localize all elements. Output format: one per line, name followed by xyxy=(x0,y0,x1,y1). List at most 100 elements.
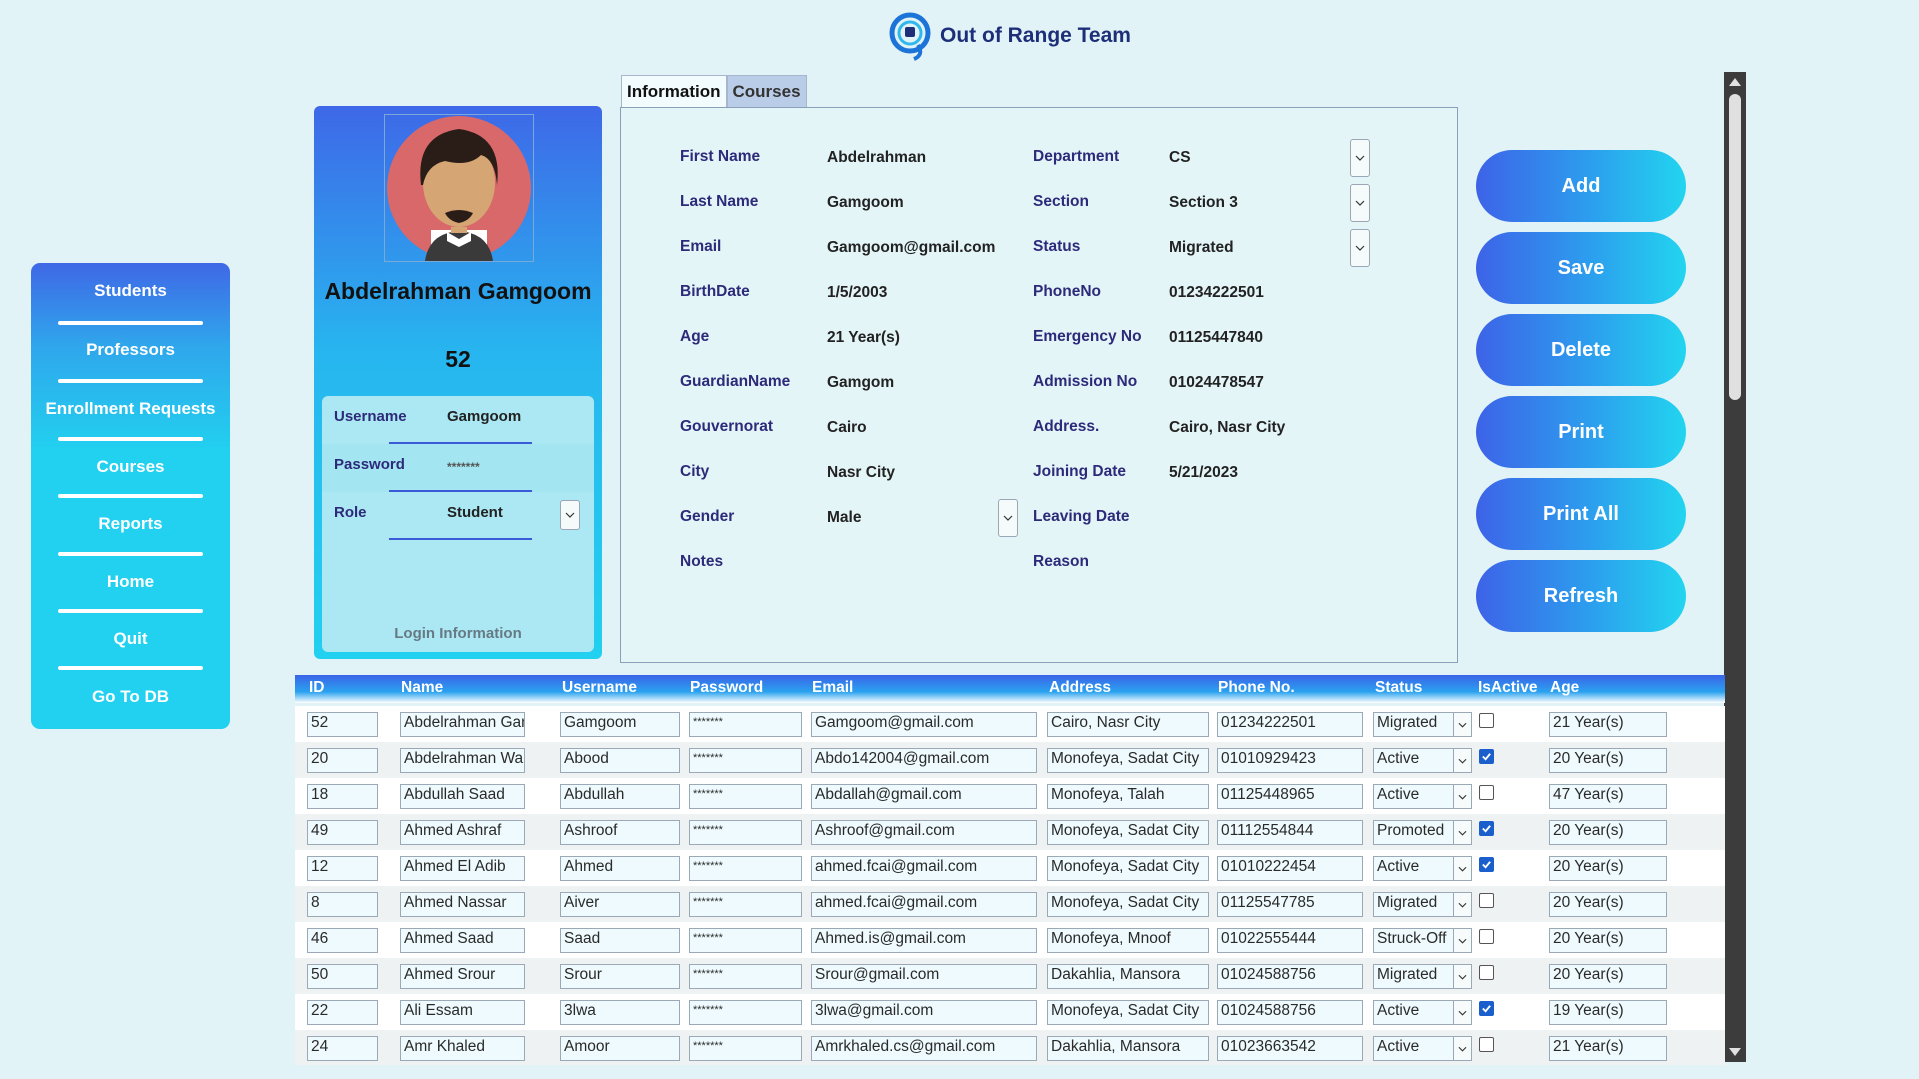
status-select-cell[interactable]: Struck-Off xyxy=(1373,928,1472,953)
email-cell[interactable]: 3lwa@gmail.com xyxy=(811,1000,1037,1025)
id-cell[interactable]: 24 xyxy=(307,1036,378,1061)
email-cell[interactable]: Amrkhaled.cs@gmail.com xyxy=(811,1036,1037,1061)
chevron-down-icon[interactable] xyxy=(1453,713,1471,736)
chevron-down-icon[interactable] xyxy=(1453,821,1471,844)
isactive-checkbox[interactable] xyxy=(1479,965,1494,980)
table-row[interactable]: 12 Ahmed El Adib Ahmed ******* ahmed.fcai@gm… xyxy=(295,850,1725,886)
phone-cell[interactable]: 01234222501 xyxy=(1217,712,1363,737)
status-select-cell[interactable]: Migrated xyxy=(1373,892,1472,917)
column-header-age[interactable]: Age xyxy=(1550,679,1579,697)
id-cell[interactable]: 22 xyxy=(307,1000,378,1025)
phone-cell[interactable]: 01125547785 xyxy=(1217,892,1363,917)
phone-field[interactable]: 01234222501 xyxy=(1169,284,1264,302)
add-button[interactable]: Add xyxy=(1476,150,1686,222)
chevron-down-icon[interactable] xyxy=(1453,1037,1471,1060)
address-cell[interactable]: Dakahlia, Mansora xyxy=(1047,964,1209,989)
age-cell[interactable]: 21 Year(s) xyxy=(1549,712,1667,737)
id-cell[interactable]: 20 xyxy=(307,748,378,773)
isactive-checkbox[interactable] xyxy=(1479,785,1494,800)
status-select[interactable]: Migrated xyxy=(1169,239,1234,257)
phone-cell[interactable]: 01010929423 xyxy=(1217,748,1363,773)
refresh-button[interactable]: Refresh xyxy=(1476,560,1686,632)
sidebar-item-students[interactable]: Students xyxy=(31,281,230,301)
username-cell[interactable]: Abdullah xyxy=(560,784,680,809)
print-button[interactable]: Print xyxy=(1476,396,1686,468)
isactive-checkbox[interactable] xyxy=(1479,1001,1494,1016)
name-cell[interactable]: Ahmed Nassar xyxy=(400,892,525,917)
role-dropdown-button[interactable] xyxy=(560,500,580,530)
age-cell[interactable]: 20 Year(s) xyxy=(1549,820,1667,845)
sidebar-item-reports[interactable]: Reports xyxy=(31,514,230,534)
admission-field[interactable]: 01024478547 xyxy=(1169,374,1264,392)
column-header-email[interactable]: Email xyxy=(812,679,853,697)
password-cell[interactable]: ******* xyxy=(689,964,802,989)
age-cell[interactable]: 20 Year(s) xyxy=(1549,964,1667,989)
status-select-cell[interactable]: Active xyxy=(1373,784,1472,809)
phone-cell[interactable]: 01010222454 xyxy=(1217,856,1363,881)
id-cell[interactable]: 49 xyxy=(307,820,378,845)
email-cell[interactable]: Ahmed.is@gmail.com xyxy=(811,928,1037,953)
id-cell[interactable]: 8 xyxy=(307,892,378,917)
password-cell[interactable]: ******* xyxy=(689,820,802,845)
table-row[interactable]: 20 Abdelrahman Waleed Abood ******* Abdo1420… xyxy=(295,742,1725,778)
table-row[interactable]: 18 Abdullah Saad Abdullah ******* Abdallah@g… xyxy=(295,778,1725,814)
password-cell[interactable]: ******* xyxy=(689,1036,802,1061)
address-cell[interactable]: Monofeya, Sadat City xyxy=(1047,892,1209,917)
department-dropdown-button[interactable] xyxy=(1350,139,1370,177)
password-cell[interactable]: ******* xyxy=(689,928,802,953)
chevron-down-icon[interactable] xyxy=(1453,785,1471,808)
name-cell[interactable]: Ahmed Srour xyxy=(400,964,525,989)
phone-cell[interactable]: 01024588756 xyxy=(1217,964,1363,989)
gender-select[interactable]: Male xyxy=(827,509,861,527)
name-cell[interactable]: Ahmed El Adib xyxy=(400,856,525,881)
age-cell[interactable]: 47 Year(s) xyxy=(1549,784,1667,809)
phone-cell[interactable]: 01022555444 xyxy=(1217,928,1363,953)
chevron-down-icon[interactable] xyxy=(1453,965,1471,988)
table-row[interactable]: 8 Ahmed Nassar Aiver ******* ahmed.fcai@gmai… xyxy=(295,886,1725,922)
table-row[interactable]: 22 Ali Essam 3lwa ******* 3lwa@gmail.com Mono… xyxy=(295,994,1725,1030)
address-cell[interactable]: Monofeya, Sadat City xyxy=(1047,856,1209,881)
department-select[interactable]: CS xyxy=(1169,149,1191,167)
name-cell[interactable]: Amr Khaled xyxy=(400,1036,525,1061)
status-select-cell[interactable]: Active xyxy=(1373,748,1472,773)
name-cell[interactable]: Abdullah Saad xyxy=(400,784,525,809)
phone-cell[interactable]: 01024588756 xyxy=(1217,1000,1363,1025)
print-all-button[interactable]: Print All xyxy=(1476,478,1686,550)
address-cell[interactable]: Monofeya, Sadat City xyxy=(1047,820,1209,845)
password-field[interactable]: ******* xyxy=(447,460,480,474)
isactive-checkbox[interactable] xyxy=(1479,893,1494,908)
guardian-name-field[interactable]: Gamgom xyxy=(827,374,894,392)
address-cell[interactable]: Monofeya, Sadat City xyxy=(1047,1000,1209,1025)
status-select-cell[interactable]: Active xyxy=(1373,1000,1472,1025)
gender-dropdown-button[interactable] xyxy=(998,499,1018,537)
scroll-up-icon[interactable] xyxy=(1729,78,1741,86)
column-header-name[interactable]: Name xyxy=(401,679,443,697)
name-cell[interactable]: Ahmed Ashraf xyxy=(400,820,525,845)
age-cell[interactable]: 21 Year(s) xyxy=(1549,1036,1667,1061)
isactive-checkbox[interactable] xyxy=(1479,929,1494,944)
name-cell[interactable]: Abdelrahman Waleed xyxy=(400,748,525,773)
sidebar-item-go-to-db[interactable]: Go To DB xyxy=(31,687,230,707)
chevron-down-icon[interactable] xyxy=(1453,1001,1471,1024)
address-cell[interactable]: Cairo, Nasr City xyxy=(1047,712,1209,737)
isactive-checkbox[interactable] xyxy=(1479,713,1494,728)
emergency-field[interactable]: 01125447840 xyxy=(1169,329,1263,347)
username-cell[interactable]: Ahmed xyxy=(560,856,680,881)
joining-date-field[interactable]: 5/21/2023 xyxy=(1169,464,1238,482)
username-cell[interactable]: Gamgoom xyxy=(560,712,680,737)
first-name-field[interactable]: Abdelrahman xyxy=(827,149,926,167)
column-header-username[interactable]: Username xyxy=(562,679,637,697)
username-cell[interactable]: Saad xyxy=(560,928,680,953)
isactive-checkbox[interactable] xyxy=(1479,821,1494,836)
column-header-password[interactable]: Password xyxy=(690,679,763,697)
isactive-checkbox[interactable] xyxy=(1479,1037,1494,1052)
age-cell[interactable]: 20 Year(s) xyxy=(1549,748,1667,773)
sidebar-item-professors[interactable]: Professors xyxy=(31,340,230,360)
name-cell[interactable]: Ahmed Saad xyxy=(400,928,525,953)
scrollbar-thumb[interactable] xyxy=(1729,94,1741,400)
status-select-cell[interactable]: Migrated xyxy=(1373,712,1472,737)
tab-courses[interactable]: Courses xyxy=(726,75,807,107)
status-select-cell[interactable]: Migrated xyxy=(1373,964,1472,989)
name-cell[interactable]: Abdelrahman Gamgoom xyxy=(400,712,525,737)
email-cell[interactable]: Gamgoom@gmail.com xyxy=(811,712,1037,737)
